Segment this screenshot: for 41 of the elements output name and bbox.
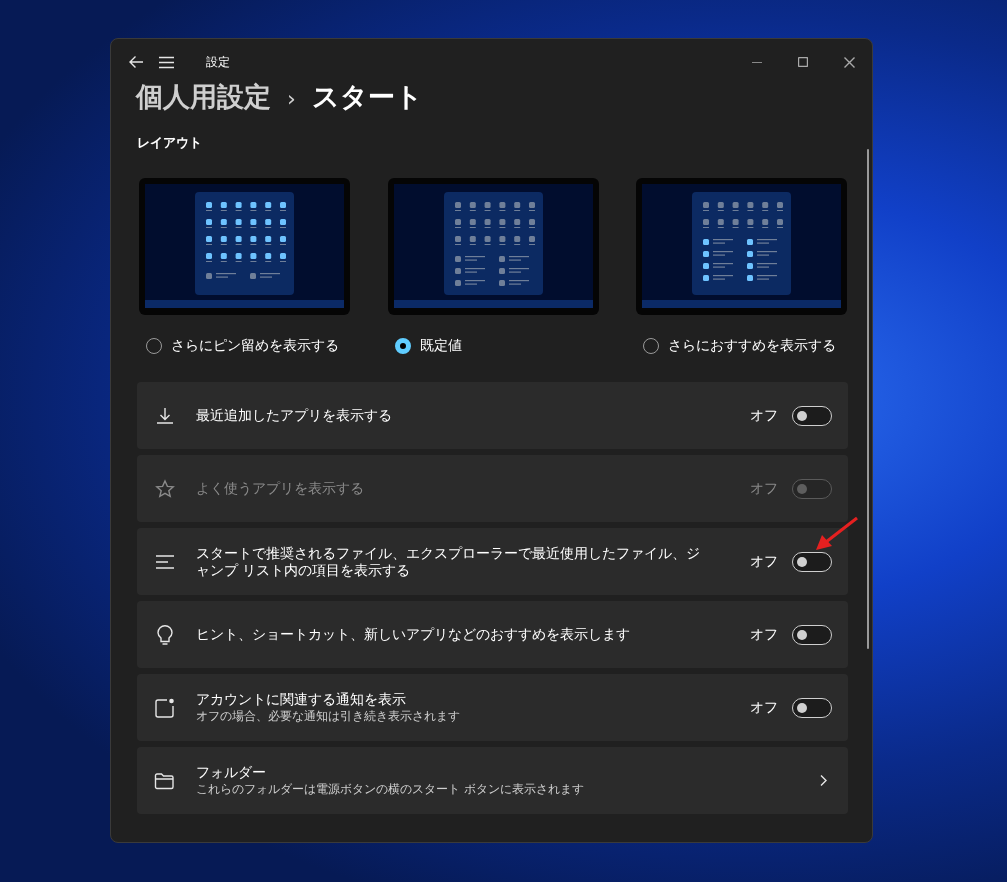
menu-icon (158, 55, 174, 69)
download-icon (154, 406, 175, 425)
window-title: 設定 (206, 53, 230, 71)
minimize-icon (752, 61, 762, 63)
radio-button[interactable] (643, 338, 659, 354)
radio-label: さらにおすすめを表示する (668, 337, 836, 355)
settings-link-card[interactable]: フォルダー これらのフォルダーは電源ボタンの横のスタート ボタンに表示されます (137, 747, 848, 814)
setting-title: スタートで推奨されるファイル、エクスプローラーで最近使用したファイル、ジャンプ リスト内の項目を表示する (196, 544, 701, 579)
radio-label: 既定値 (419, 337, 462, 355)
radio-button[interactable] (146, 338, 162, 354)
section-heading: レイアウト (137, 134, 203, 152)
chevron-right-icon (819, 774, 828, 787)
radio-button[interactable] (394, 338, 411, 354)
layout-preview-drawing[interactable] (636, 178, 847, 315)
breadcrumb-parent[interactable]: 個人用設定 (136, 79, 271, 115)
toggle-state-label: オフ (750, 479, 778, 498)
star-icon (154, 479, 175, 498)
close-icon (843, 56, 855, 68)
toggle-state-label: オフ (750, 552, 778, 571)
lines-icon (154, 552, 175, 571)
maximize-icon (798, 57, 808, 67)
scrollbar[interactable] (867, 149, 869, 649)
setting-title: フォルダー (196, 764, 267, 781)
back-arrow-icon (128, 55, 144, 69)
lightbulb-icon (154, 624, 175, 645)
radio-label: さらにピン留めを表示する (171, 337, 339, 355)
setting-title: 最近追加したアプリを表示する (196, 407, 393, 424)
layout-preview-drawing[interactable] (139, 178, 350, 315)
toggle-state-label: オフ (750, 406, 778, 425)
folder-icon (154, 771, 175, 790)
breadcrumb-separator: › (287, 86, 296, 111)
toggle-state-label: オフ (750, 625, 778, 644)
setting-description: これらのフォルダーは電源ボタンの横のスタート ボタンに表示されます (196, 782, 585, 797)
notification-square-icon (154, 697, 175, 718)
setting-title: ヒント、ショートカット、新しいアプリなどのおすすめを表示します (196, 626, 631, 643)
page-title: スタート (311, 80, 423, 114)
setting-title: アカウントに関連する通知を表示 (196, 691, 407, 708)
setting-description: オフの場合、必要な通知は引き続き表示されます (196, 709, 461, 724)
layout-preview-drawing[interactable] (387, 178, 599, 315)
toggle-state-label: オフ (750, 698, 778, 717)
setting-title: よく使うアプリを表示する (196, 480, 365, 497)
